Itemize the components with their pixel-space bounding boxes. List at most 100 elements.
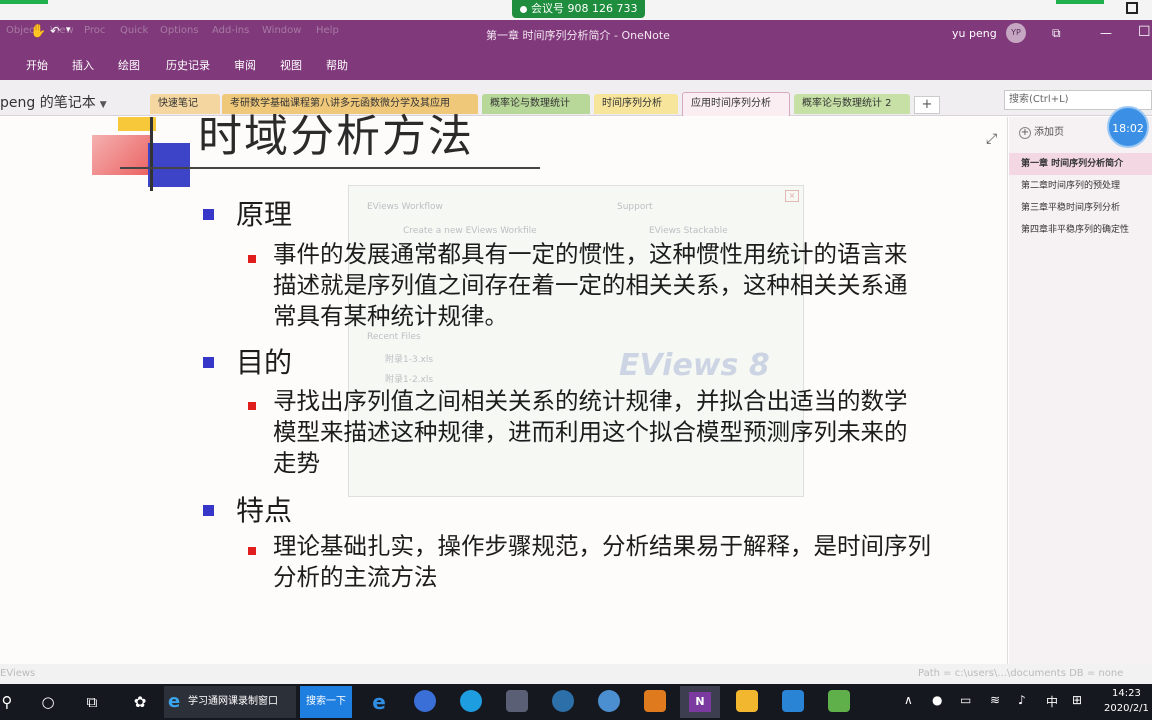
square-bullet-icon (203, 209, 214, 220)
edge-icon[interactable]: e (366, 688, 392, 716)
eviews-logo: EViews 8 (619, 348, 770, 383)
add-section-button[interactable]: + (914, 96, 940, 114)
ghost-text: Support (617, 202, 653, 212)
ghost-text: Create a new EViews Workfile (403, 226, 537, 236)
media-player-icon[interactable] (460, 690, 482, 712)
ghost-text: Recent Files (367, 332, 421, 342)
ribbon-tab-home[interactable]: 开始 (26, 57, 48, 73)
clock-time: 14:23 (1112, 688, 1141, 699)
onenote-icon: N (689, 692, 711, 712)
chevron-down-icon: ▼ (99, 100, 107, 110)
ribbon-tab-review[interactable]: 审阅 (234, 57, 256, 73)
app-icon[interactable] (828, 690, 850, 712)
ime-mode-icon[interactable]: ⊞ (1072, 693, 1082, 707)
share-indicator-left (0, 0, 48, 4)
add-page-button[interactable]: + 添加页 (1019, 123, 1064, 139)
status-right: Path = c:\users\...\documents DB = none (918, 668, 1124, 679)
plus-icon: + (1019, 127, 1031, 139)
section-tab-active[interactable]: 应用时间序列分析 (682, 92, 790, 116)
ghost-menu-item: Add-ins (212, 25, 250, 36)
cortana-icon[interactable]: ○ (36, 688, 60, 716)
qat-dropdown-icon[interactable]: ▾ (66, 25, 71, 35)
taskbar-onenote-active[interactable]: N (680, 686, 720, 718)
tray-user-icon[interactable]: ● (932, 693, 942, 707)
square-bullet-icon (203, 357, 214, 368)
slide-decoration (150, 117, 153, 191)
title-underline (120, 167, 540, 169)
search-icon[interactable]: ⚲ (0, 688, 14, 716)
wifi-icon[interactable]: ≋ (990, 693, 1000, 707)
app-icon[interactable] (552, 690, 574, 712)
restore-icon[interactable]: ☐ (1138, 24, 1151, 40)
tray-expand-icon[interactable]: ∧ (904, 693, 913, 707)
sas-icon[interactable] (506, 690, 528, 712)
onenote-titlebar: Object View Proc Quick Options Add-ins W… (0, 20, 1152, 80)
task-view-icon[interactable]: ⧉ (80, 688, 104, 716)
expand-icon[interactable]: ⤢ (986, 131, 997, 147)
section-heading: 特点 (236, 494, 293, 527)
taskbar-clock[interactable]: 14:23 2020/2/1 (1104, 686, 1149, 716)
page-list-panel: + 添加页 第一章 时间序列分析简介 第二章时间序列的预处理 第三章平稳时间序列分… (1009, 117, 1152, 683)
page-canvas[interactable]: 时域分析方法 ⤢ EViews Workflow Create a new EV… (0, 115, 1008, 683)
ghost-text: EViews Stackable (649, 226, 728, 236)
app-icon[interactable] (414, 690, 436, 712)
square-bullet-icon (248, 547, 256, 555)
window-title: 第一章 时间序列分析简介 - OneNote (486, 29, 670, 42)
page-item[interactable]: 第三章平稳时间序列分析 (1009, 197, 1152, 219)
ghost-text: EViews Workflow (367, 202, 443, 212)
app-icon[interactable] (644, 690, 666, 712)
section-tab[interactable]: 时间序列分析 (594, 94, 678, 114)
slide-decoration (148, 143, 190, 187)
battery-icon[interactable]: ▭ (960, 693, 971, 707)
ghost-menu-item: Window (262, 25, 302, 36)
clock-date: 2020/2/1 (1104, 703, 1149, 714)
page-item-active[interactable]: 第一章 时间序列分析简介 (1009, 153, 1152, 175)
settings-gear-icon[interactable] (598, 690, 620, 712)
share-indicator-right (1056, 0, 1104, 4)
ribbon-tab-history[interactable]: 历史记录 (166, 57, 210, 73)
taskbar-ie-label: 学习通网课录制窗口 (188, 696, 278, 707)
timer-badge[interactable]: 18:02 (1107, 106, 1149, 148)
close-icon: × (785, 190, 799, 202)
ribbon-tab-help[interactable]: 帮助 (326, 57, 348, 73)
ribbon-tab-draw[interactable]: 绘图 (118, 57, 140, 73)
section-tab[interactable]: 概率论与数理统计 (482, 94, 590, 114)
touch-mode-icon[interactable]: ✋ (30, 24, 46, 39)
maximize-corner-icon[interactable] (1126, 2, 1138, 14)
ghost-menu-item: Proc (84, 25, 106, 36)
section-heading: 原理 (236, 198, 293, 231)
user-name[interactable]: yu peng (952, 27, 997, 40)
taskbar-search-button[interactable]: 搜索一下 (300, 686, 352, 718)
record-dot-icon (520, 5, 527, 13)
user-avatar[interactable]: YP (1006, 23, 1026, 43)
file-explorer-icon[interactable] (736, 690, 758, 712)
section-text: 寻找出序列值之间相关关系的统计规律，并拟合出适当的数学模型来描述这种规律，进而利… (273, 387, 908, 477)
volume-icon[interactable]: ♪ (1018, 693, 1026, 707)
meeting-id-pill[interactable]: 会议号 908 126 733 (512, 0, 646, 18)
page-item[interactable]: 第四章非平稳序列的确定性 (1009, 219, 1152, 241)
notebook-bar: peng 的笔记本 ▼ 快速笔记 考研数学基础课程第八讲多元函数微分学及其应用 概… (0, 80, 1152, 116)
ribbon-tab-insert[interactable]: 插入 (72, 57, 94, 73)
screen-share-strip: 会议号 908 126 733 (0, 0, 1152, 20)
taskbar-ie-window[interactable]: e 学习通网课录制窗口 (164, 686, 296, 718)
app-icon[interactable] (782, 690, 804, 712)
section-heading: 目的 (236, 346, 293, 379)
page-item[interactable]: 第二章时间序列的预处理 (1009, 175, 1152, 197)
ghost-menu-item: Help (316, 25, 339, 36)
undo-icon[interactable]: ↶ (50, 24, 60, 38)
ie-icon: e (168, 691, 181, 712)
status-left: EViews (0, 668, 36, 679)
section-text: 事件的发展通常都具有一定的惯性，这种惯性用统计的语言来描述就是序列值之间存在着一… (273, 240, 908, 330)
ime-language[interactable]: 中 (1046, 693, 1058, 710)
notebook-selector[interactable]: peng 的笔记本 ▼ (0, 92, 107, 112)
meeting-id-label: 会议号 908 126 733 (531, 2, 638, 15)
page-list: 第一章 时间序列分析简介 第二章时间序列的预处理 第三章平稳时间序列分析 第四章… (1009, 153, 1152, 241)
app-pinwheel-icon[interactable]: ✿ (126, 688, 154, 716)
section-tab[interactable]: 概率论与数理统计 2 (794, 94, 910, 114)
ribbon-tabs: 开始 插入 绘图 历史记录 审阅 视图 帮助 (0, 54, 600, 76)
ribbon-tab-view[interactable]: 视图 (280, 57, 302, 73)
minimize-icon[interactable]: — (1100, 26, 1112, 40)
ribbon-display-icon[interactable]: ⧉ (1052, 26, 1061, 41)
slide-decoration (92, 135, 150, 175)
square-bullet-icon (248, 402, 256, 410)
